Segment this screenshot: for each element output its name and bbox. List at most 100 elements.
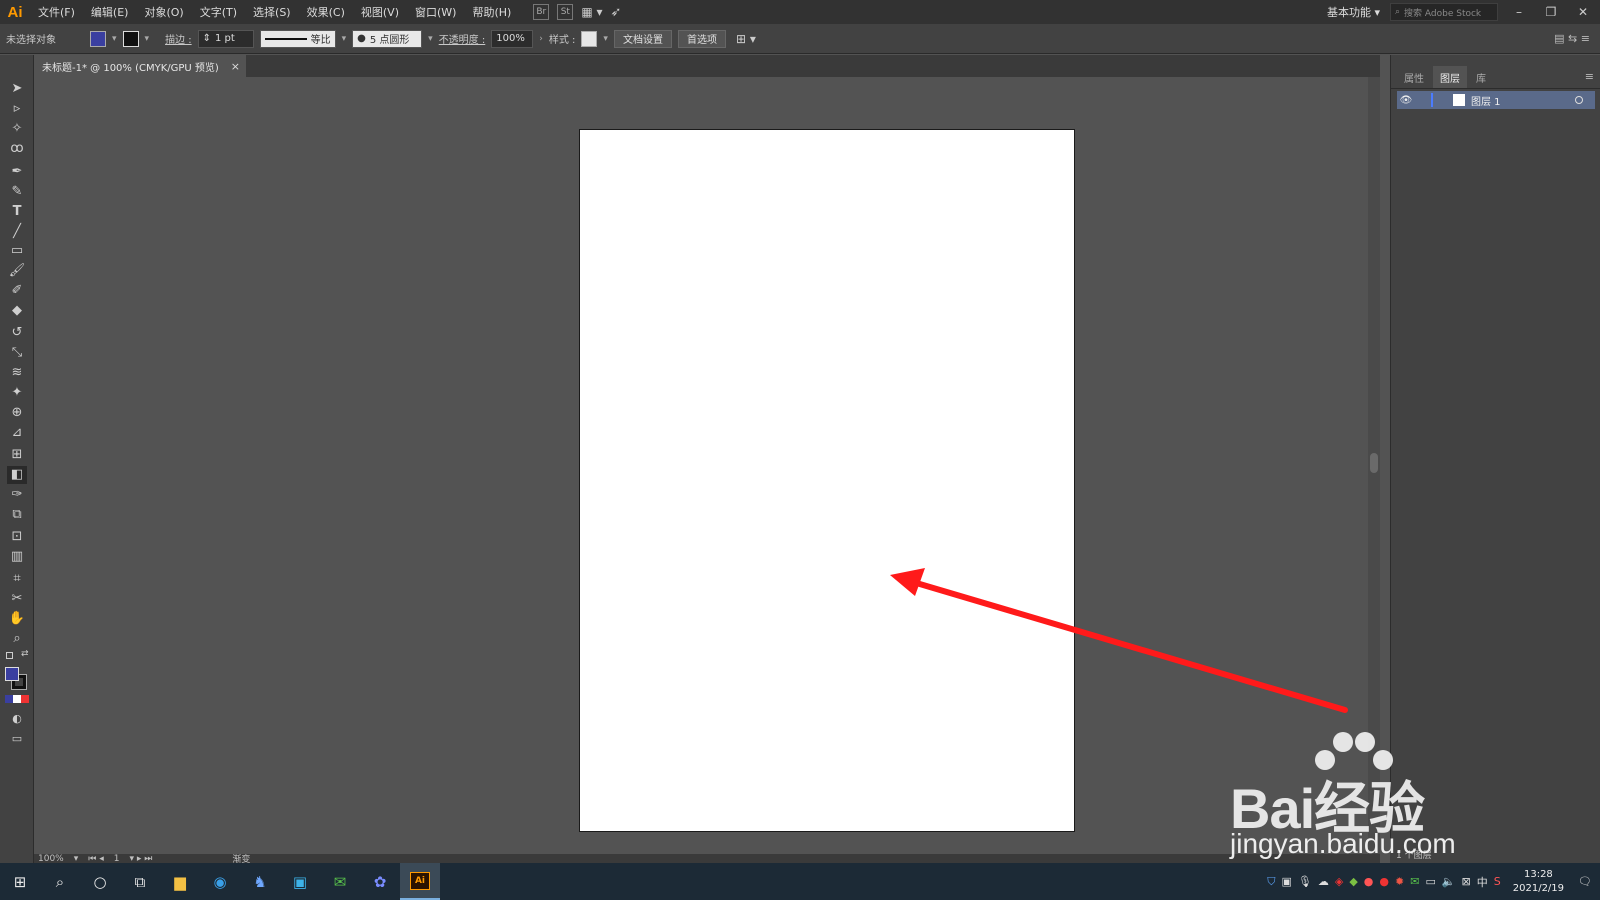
- tray-security-icon[interactable]: ◈: [1335, 875, 1343, 888]
- chevron-down-icon[interactable]: ▾ ▸ ⏭: [129, 854, 152, 863]
- chevron-down-icon[interactable]: ▾: [428, 34, 433, 44]
- sogou-icon[interactable]: S: [1494, 875, 1501, 888]
- chevron-down-icon[interactable]: ▾: [74, 854, 79, 863]
- gpu-performance-icon[interactable]: ➶: [611, 5, 622, 20]
- vertical-scrollbar[interactable]: [1368, 77, 1380, 854]
- stroke-label[interactable]: 描边 :: [165, 31, 192, 46]
- microphone-icon[interactable]: 🎙: [1298, 875, 1312, 888]
- chevron-right-icon[interactable]: ›: [539, 34, 543, 44]
- magic-wand-tool-icon[interactable]: ✧: [7, 120, 27, 138]
- tab-libraries[interactable]: 库: [1469, 66, 1493, 88]
- menu-view[interactable]: 视图(V): [353, 4, 407, 20]
- tray-gift-icon[interactable]: ✹: [1395, 875, 1404, 888]
- rectangle-tool-icon[interactable]: ▭: [7, 242, 27, 260]
- wechat-tray-icon[interactable]: ✉: [1410, 875, 1419, 888]
- document-setup-button[interactable]: 文档设置: [613, 29, 672, 48]
- variable-width-profile[interactable]: 等比: [259, 29, 336, 48]
- close-tab-icon[interactable]: ×: [231, 60, 240, 73]
- column-graph-tool-icon[interactable]: ▥: [7, 548, 27, 566]
- stock-icon[interactable]: St: [557, 4, 574, 20]
- selection-tool-icon[interactable]: ➤: [7, 80, 27, 98]
- tray-app-icon[interactable]: ▣: [1281, 875, 1291, 888]
- lasso-tool-icon[interactable]: ꝏ: [7, 140, 27, 158]
- tab-properties[interactable]: 属性: [1397, 66, 1431, 88]
- brush-definition[interactable]: ● 5 点圆形: [352, 29, 423, 48]
- pen-tool-icon[interactable]: ✒: [7, 163, 27, 181]
- store-icon[interactable]: ▣: [280, 863, 320, 900]
- menu-select[interactable]: 选择(S): [245, 4, 299, 20]
- tray-app2-icon[interactable]: ⊠: [1462, 875, 1471, 888]
- page-number[interactable]: 1: [114, 854, 120, 863]
- stock-search-input[interactable]: ⌕ 搜索 Adobe Stock: [1390, 3, 1498, 21]
- volume-icon[interactable]: 🔈: [1442, 875, 1456, 888]
- ime-indicator[interactable]: 中: [1477, 874, 1488, 890]
- hand-tool-icon[interactable]: ✋: [7, 610, 27, 628]
- layer-target-icon[interactable]: [1575, 96, 1583, 104]
- chevron-down-icon[interactable]: ▾: [112, 34, 117, 44]
- tray-icon[interactable]: ☁: [1318, 875, 1329, 888]
- symbol-sprayer-tool-icon[interactable]: ⊡: [7, 528, 27, 546]
- layer-name[interactable]: 图层 1: [1471, 93, 1501, 108]
- paintbrush-tool-icon[interactable]: 🖌: [7, 262, 27, 280]
- shaper-tool-icon[interactable]: ✐: [7, 282, 27, 300]
- curvature-tool-icon[interactable]: ✎: [7, 183, 27, 201]
- blend-tool-icon[interactable]: ⧉: [7, 506, 27, 524]
- minimize-button[interactable]: –: [1508, 5, 1530, 19]
- menu-file[interactable]: 文件(F): [30, 4, 83, 20]
- warp-tool-icon[interactable]: ≋: [7, 364, 27, 382]
- zoom-tool-icon[interactable]: ⌕: [7, 630, 27, 648]
- zoom-level[interactable]: 100%: [38, 854, 64, 863]
- chevron-down-icon[interactable]: ▾: [603, 34, 608, 44]
- clock[interactable]: 13:28 2021/2/19: [1513, 868, 1564, 896]
- artboard[interactable]: [579, 129, 1075, 832]
- slice-tool-icon[interactable]: ✂: [7, 590, 27, 608]
- shield-icon[interactable]: ⛉: [1267, 875, 1275, 889]
- rotate-tool-icon[interactable]: ↺: [7, 324, 27, 342]
- search-icon[interactable]: ⌕: [40, 863, 80, 900]
- network-icon[interactable]: ▭: [1425, 875, 1435, 888]
- cortana-icon[interactable]: ○: [80, 863, 120, 900]
- scale-tool-icon[interactable]: ⤡: [7, 344, 27, 362]
- chevron-down-icon[interactable]: ▾: [342, 34, 347, 44]
- default-colors-icon[interactable]: [6, 652, 13, 659]
- menu-effect[interactable]: 效果(C): [299, 4, 353, 20]
- puppet-warp-tool-icon[interactable]: ✦: [7, 384, 27, 402]
- perspective-grid-tool-icon[interactable]: ⊿: [7, 424, 27, 442]
- panel-menu-icon[interactable]: ≡: [1585, 70, 1594, 83]
- bridge-icon[interactable]: Br: [533, 4, 550, 20]
- type-tool-icon[interactable]: T: [7, 203, 27, 221]
- stroke-weight-field[interactable]: ⇕ 1 pt: [197, 29, 254, 48]
- artboard-tool-icon[interactable]: ⌗: [7, 570, 27, 588]
- preferences-button[interactable]: 首选项: [677, 29, 726, 48]
- mesh-tool-icon[interactable]: ⊞: [7, 446, 27, 464]
- menu-type[interactable]: 文字(T): [192, 4, 245, 20]
- fill-color-box[interactable]: [5, 667, 19, 681]
- fill-swatch[interactable]: [90, 30, 106, 47]
- swap-colors-icon[interactable]: ⇄: [21, 649, 29, 659]
- tray-red-icon[interactable]: ●: [1379, 875, 1389, 888]
- workspace-switcher[interactable]: 基本功能 ▾: [1327, 4, 1380, 20]
- graphic-style-swatch[interactable]: [581, 30, 598, 47]
- baidu-icon[interactable]: ✿: [360, 863, 400, 900]
- screen-mode-icon[interactable]: ▭: [7, 730, 27, 748]
- wechat-icon[interactable]: ✉: [320, 863, 360, 900]
- menu-edit[interactable]: 编辑(E): [83, 4, 137, 20]
- opacity-label[interactable]: 不透明度 :: [439, 31, 486, 46]
- file-explorer-icon[interactable]: ▆: [160, 863, 200, 900]
- windows-start-icon[interactable]: ⊞: [0, 863, 40, 900]
- task-view-icon[interactable]: ⧉: [120, 863, 160, 900]
- eraser-tool-icon[interactable]: ◆: [7, 302, 27, 320]
- opacity-field[interactable]: 100%: [491, 29, 534, 48]
- menu-window[interactable]: 窗口(W): [407, 4, 464, 20]
- close-window-button[interactable]: ✕: [1572, 5, 1594, 19]
- browser-icon[interactable]: ◉: [200, 863, 240, 900]
- visibility-eye-icon[interactable]: 👁: [1397, 95, 1415, 106]
- draw-mode-icon[interactable]: ◐: [7, 710, 27, 728]
- align-icon[interactable]: ⊞ ▾: [736, 32, 756, 46]
- chevron-down-icon[interactable]: ▾: [145, 34, 150, 44]
- notification-icon[interactable]: 🗨: [1578, 875, 1592, 888]
- tab-layers[interactable]: 图层: [1433, 66, 1467, 88]
- shape-builder-tool-icon[interactable]: ⊕: [7, 404, 27, 422]
- illustrator-taskbar-icon[interactable]: Ai: [400, 863, 440, 900]
- eyedropper-tool-icon[interactable]: ✑: [7, 486, 27, 504]
